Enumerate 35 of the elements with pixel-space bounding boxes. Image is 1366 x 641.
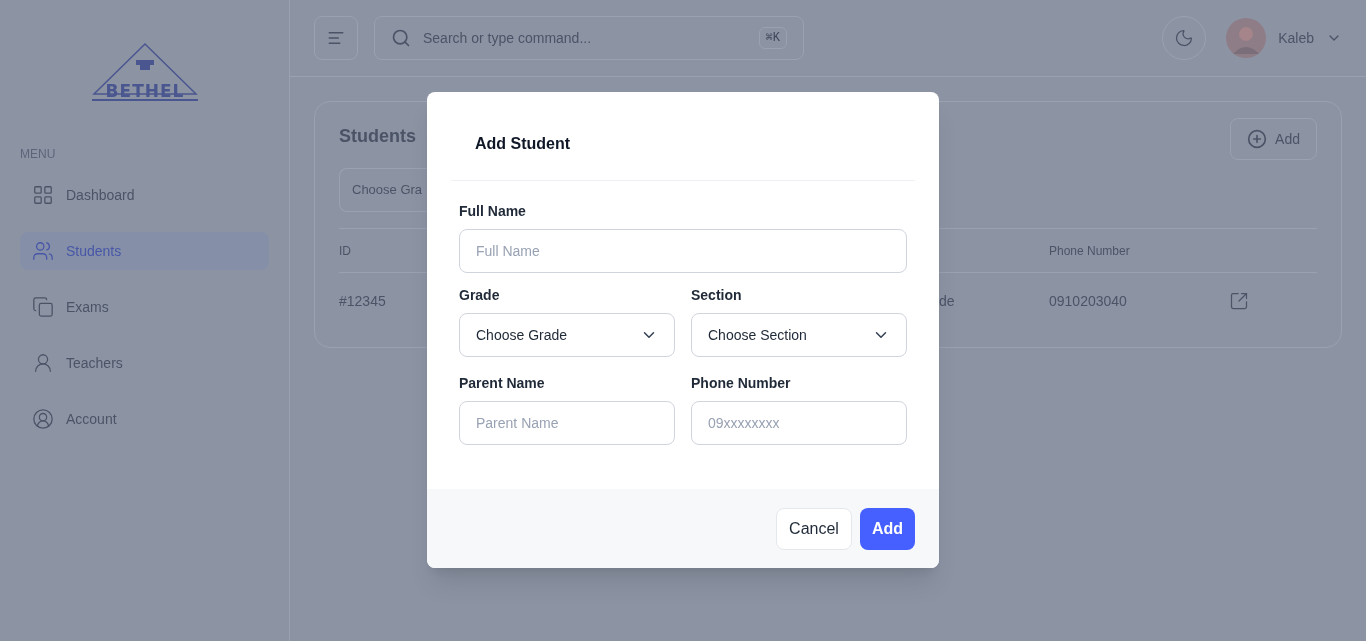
plus-icon bbox=[1247, 129, 1268, 149]
field-label: Parent Name bbox=[459, 374, 546, 393]
text-field[interactable]: Full Name bbox=[459, 229, 907, 273]
edit-icon[interactable] bbox=[1229, 290, 1249, 311]
add-button[interactable]: Add bbox=[859, 507, 915, 550]
sidebar-item[interactable]: Exams bbox=[20, 288, 269, 326]
table-cell: 0910203040 bbox=[1049, 292, 1127, 309]
table-cell: #12345 bbox=[339, 292, 386, 309]
select-field[interactable]: Choose Grade bbox=[459, 313, 675, 357]
menu-button[interactable] bbox=[314, 16, 358, 60]
sidebar-item[interactable]: Account bbox=[20, 400, 269, 438]
sidebar-item[interactable]: Dashboard bbox=[20, 176, 269, 214]
sidebar-item[interactable]: Students bbox=[20, 232, 269, 270]
search-icon bbox=[391, 28, 411, 48]
field-label: Section bbox=[691, 286, 743, 305]
sidebar-item[interactable]: Teachers bbox=[20, 344, 269, 382]
logo-drawing: BETHEL bbox=[91, 42, 198, 102]
column-header: Phone Number bbox=[1049, 242, 1130, 259]
card-title: Students bbox=[339, 125, 416, 148]
search-field[interactable]: Search or type command... ⌘K bbox=[374, 16, 804, 60]
avatar-icon bbox=[1226, 18, 1267, 58]
table-cell: de bbox=[939, 292, 955, 309]
select-field[interactable]: Choose Section bbox=[691, 313, 907, 357]
field-label: Grade bbox=[459, 286, 501, 305]
shortcut-key: ⌘K bbox=[758, 27, 787, 49]
text-field[interactable]: Parent Name bbox=[459, 401, 675, 445]
text-field[interactable]: 09xxxxxxxx bbox=[691, 401, 907, 445]
moon-icon bbox=[1174, 28, 1195, 48]
field-label: Phone Number bbox=[691, 374, 792, 393]
column-header: ID bbox=[339, 243, 351, 258]
user-menu[interactable]: Kaleb bbox=[1226, 18, 1342, 58]
dialog-title: Add Student bbox=[475, 135, 571, 152]
cancel-button[interactable]: Cancel bbox=[776, 507, 852, 550]
add-button[interactable]: Add bbox=[1230, 118, 1317, 160]
field-label: Full Name bbox=[459, 202, 527, 221]
